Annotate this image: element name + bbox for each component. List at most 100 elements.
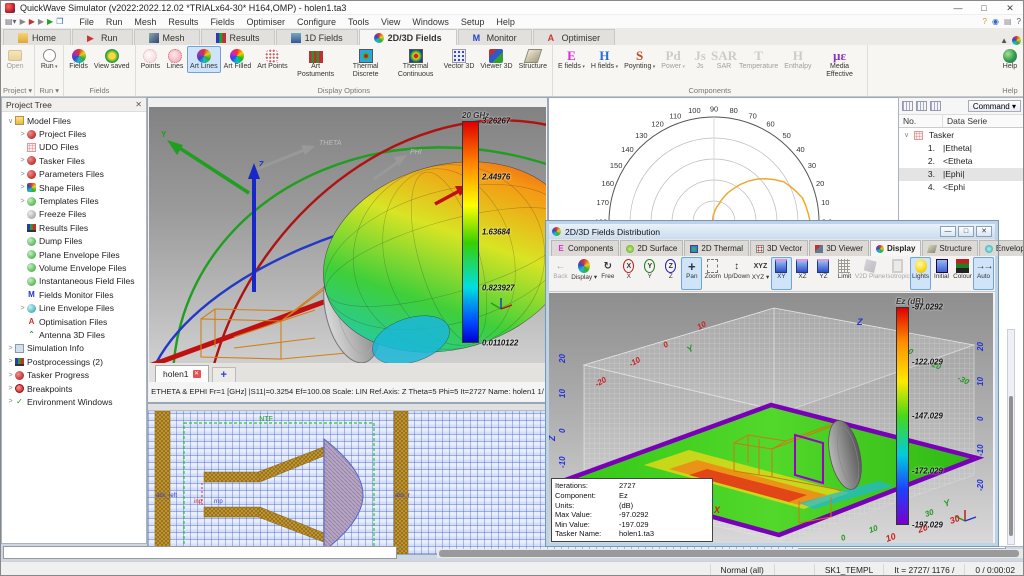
tree-item-shape-files[interactable]: >Shape Files bbox=[2, 181, 146, 194]
series-list-icon[interactable] bbox=[930, 101, 941, 111]
tree-item-simulation-info[interactable]: >Simulation Info bbox=[2, 342, 146, 355]
yz-button[interactable]: YZ bbox=[813, 257, 834, 290]
fields-3d-view[interactable]: 20100-10-2020100-10-20-20-10010102030-10… bbox=[549, 293, 993, 543]
tasker-row-etheta[interactable]: 1.|Etheta| bbox=[899, 142, 1024, 155]
art-postuments-button[interactable]: Art Postuments bbox=[291, 46, 341, 80]
expand-icon[interactable]: > bbox=[18, 171, 27, 178]
view-saved-button[interactable]: View saved bbox=[91, 46, 133, 73]
xy-button[interactable]: XY bbox=[771, 257, 792, 290]
menu-optimiser[interactable]: Optimiser bbox=[240, 17, 291, 27]
expand-icon[interactable]: ∨ bbox=[902, 131, 911, 139]
tab-optimiser[interactable]: AOptimiser bbox=[533, 29, 616, 45]
run-stop-icon[interactable]: ▶ bbox=[29, 17, 35, 27]
colour-button[interactable]: Colour bbox=[952, 257, 973, 290]
help-icon[interactable]: ? bbox=[1017, 17, 1021, 27]
tab-2d-3d-fields[interactable]: 2D/3D Fields bbox=[359, 29, 457, 45]
free-button[interactable]: ↻Free bbox=[597, 257, 618, 290]
y-button[interactable]: YY bbox=[639, 257, 660, 290]
menu-tools[interactable]: Tools bbox=[342, 17, 375, 27]
expand-icon[interactable]: > bbox=[18, 131, 27, 138]
bottom-h-scrollbar[interactable] bbox=[437, 549, 1023, 558]
tree-item-postprocessings-2[interactable]: >Postprocessings (2) bbox=[2, 355, 146, 368]
media-effective-button[interactable]: µεMedia Effective bbox=[815, 46, 865, 80]
lights-button[interactable]: Lights bbox=[910, 257, 931, 290]
xz-button[interactable]: XZ bbox=[792, 257, 813, 290]
art-points-button[interactable]: Art Points bbox=[254, 46, 290, 73]
structure-button[interactable]: Structure bbox=[516, 46, 550, 73]
run-button[interactable]: Run ▾ bbox=[37, 46, 61, 74]
menu-mesh[interactable]: Mesh bbox=[128, 17, 162, 27]
help-context-icon[interactable]: ? bbox=[983, 17, 987, 27]
expand-icon[interactable]: > bbox=[6, 398, 15, 405]
series-table-icon[interactable] bbox=[902, 101, 913, 111]
right-v-scrollbar[interactable] bbox=[1007, 329, 1015, 545]
expand-icon[interactable]: > bbox=[18, 305, 27, 312]
tree-item-results-files[interactable]: Results Files bbox=[2, 221, 146, 234]
about-icon[interactable]: ◉ bbox=[992, 17, 999, 27]
tree-item-instantaneous-field-files[interactable]: Instantaneous Field Files bbox=[2, 275, 146, 288]
fields-tab-envelope[interactable]: Envelope bbox=[979, 240, 1024, 256]
series-grid-icon[interactable] bbox=[916, 101, 927, 111]
auto-button[interactable]: →→Auto bbox=[973, 257, 994, 290]
help-button[interactable]: Help bbox=[998, 46, 1022, 73]
tree-item-breakpoints[interactable]: >Breakpoints bbox=[2, 382, 146, 395]
run-icon[interactable]: ▶ bbox=[20, 17, 26, 27]
minimize-button[interactable]: — bbox=[947, 2, 969, 14]
tree-item-antenna-3d-files[interactable]: ⌃Antenna 3D Files bbox=[2, 328, 146, 341]
display-button[interactable]: Display ▾ bbox=[571, 257, 597, 290]
document-tab-holen1[interactable]: holen1 ✕ bbox=[155, 365, 209, 382]
expand-icon[interactable]: > bbox=[18, 198, 27, 205]
h-fields-button[interactable]: HH fields ▾ bbox=[588, 46, 621, 74]
expand-icon[interactable]: ∨ bbox=[6, 117, 15, 125]
tab-results[interactable]: Results bbox=[201, 29, 275, 45]
radiation-pattern-3d-view[interactable]: Y Z THETA PHI X bbox=[149, 107, 546, 363]
command-dropdown[interactable]: Command ▾ bbox=[968, 100, 1021, 112]
thermal-discrete-button[interactable]: Thermal Discrete bbox=[341, 46, 391, 80]
fields-tab-3d-viewer[interactable]: 3D Viewer bbox=[809, 240, 869, 256]
tree-item-dump-files[interactable]: Dump Files bbox=[2, 235, 146, 248]
fields-button[interactable]: Fields bbox=[66, 46, 91, 73]
menu-setup[interactable]: Setup bbox=[455, 17, 491, 27]
run-pause-icon[interactable]: ▶ bbox=[38, 17, 44, 27]
fields-tab-components[interactable]: EComponents bbox=[551, 240, 619, 256]
art-filled-button[interactable]: Art Filled bbox=[221, 46, 255, 73]
tree-item-volume-envelope-files[interactable]: Volume Envelope Files bbox=[2, 261, 146, 274]
tree-item-model-files[interactable]: ∨Model Files bbox=[2, 114, 146, 127]
maximize-button[interactable]: □ bbox=[973, 2, 995, 14]
tree-item-udo-files[interactable]: UDO Files bbox=[2, 141, 146, 154]
menu-help[interactable]: Help bbox=[490, 17, 521, 27]
fields-tab-2d-surface[interactable]: 2D Surface bbox=[620, 240, 683, 256]
fields-window-titlebar[interactable]: 2D/3D Fields Distribution — □ ✕ bbox=[549, 224, 995, 239]
tab-1d-fields[interactable]: 1D Fields bbox=[276, 29, 358, 45]
ribbon-collapse-icon[interactable]: ▲ bbox=[1000, 36, 1008, 45]
tasker-row-etheta[interactable]: 2.<Etheta bbox=[899, 155, 1024, 168]
initial-button[interactable]: Initial bbox=[931, 257, 952, 290]
fields-tab-2d-thermal[interactable]: 2D Thermal bbox=[684, 240, 749, 256]
new-tab-button[interactable]: + bbox=[212, 367, 236, 382]
menu-windows[interactable]: Windows bbox=[406, 17, 455, 27]
bottom-edit-field[interactable] bbox=[3, 546, 397, 559]
up-down-button[interactable]: ↕Up/Down bbox=[723, 257, 750, 290]
xyz-button[interactable]: XYZXYZ ▾ bbox=[750, 257, 771, 290]
document-icon[interactable]: ❒ bbox=[56, 17, 63, 27]
tasker-group-row[interactable]: ∨ Tasker bbox=[899, 128, 1024, 142]
expand-icon[interactable]: > bbox=[6, 358, 15, 365]
tasker-row-ephi[interactable]: 3.|Ephi| bbox=[899, 168, 1024, 181]
expand-icon[interactable]: > bbox=[18, 157, 27, 164]
tab-home[interactable]: Home bbox=[3, 29, 71, 45]
run-go-icon[interactable]: ▶ bbox=[47, 17, 53, 27]
tree-item-templates-files[interactable]: >Templates Files bbox=[2, 194, 146, 207]
menu-view[interactable]: View bbox=[375, 17, 406, 27]
art-lines-button[interactable]: Art Lines bbox=[187, 46, 221, 73]
menu-configure[interactable]: Configure bbox=[291, 17, 342, 27]
fields-minimize-button[interactable]: — bbox=[940, 226, 956, 237]
thermal-continuous-button[interactable]: Thermal Continuous bbox=[391, 46, 441, 80]
menu-run[interactable]: Run bbox=[100, 17, 129, 27]
tasker-row-ephi[interactable]: 4.<Ephi bbox=[899, 181, 1024, 194]
vector-3d-button[interactable]: Vector 3D bbox=[441, 46, 478, 73]
x-button[interactable]: XX bbox=[618, 257, 639, 290]
points-button[interactable]: Points bbox=[138, 46, 163, 73]
tab-close-icon[interactable]: ✕ bbox=[193, 370, 201, 378]
close-button[interactable]: ✕ bbox=[999, 2, 1021, 14]
window-menu-icon[interactable]: ▤▾ bbox=[5, 17, 17, 27]
